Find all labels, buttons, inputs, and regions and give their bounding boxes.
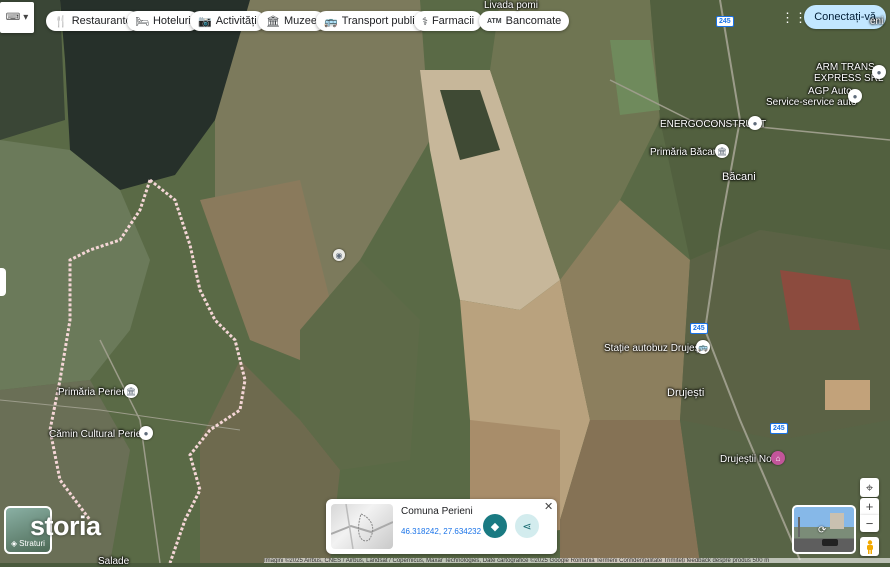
- village-label-bacani: Băcani: [722, 171, 756, 183]
- street-view-preview[interactable]: ⟳: [792, 505, 856, 554]
- place-title: Comuna Perieni: [401, 506, 473, 517]
- place-coordinates[interactable]: 46.318242, 27.634232: [401, 527, 481, 536]
- culture-pin-icon[interactable]: ●: [139, 426, 153, 440]
- chip-label: Farmacii: [431, 15, 475, 27]
- bed-icon: 🛏: [135, 15, 149, 28]
- place-label-agp[interactable]: AGP Auto: [808, 86, 852, 97]
- chip-restaurante[interactable]: 🍴 Restaurante: [46, 11, 140, 31]
- road-shield-245: 245: [690, 323, 708, 334]
- museum-icon: 🏛: [266, 15, 280, 28]
- place-card[interactable]: Comuna Perieni 46.318242, 27.634232 ◆ ⋖ …: [326, 499, 557, 554]
- side-panel-toggle[interactable]: [0, 268, 6, 296]
- my-location-button[interactable]: ⌖: [860, 478, 879, 497]
- map-thumbnail-icon: [331, 504, 393, 549]
- school-pin-icon[interactable]: ⌂: [771, 451, 785, 465]
- chip-muzee[interactable]: 🏛 Muzee: [258, 11, 325, 31]
- pegman-button[interactable]: [860, 537, 879, 556]
- zoom-out-button[interactable]: −: [860, 515, 879, 532]
- place-label-arm[interactable]: ARM TRANS: [816, 62, 875, 73]
- crosshair-icon: ⌖: [865, 479, 874, 495]
- town-hall-pin-icon[interactable]: 🏛: [715, 144, 729, 158]
- share-icon: ⋖: [522, 520, 532, 533]
- place-label-camin[interactable]: Cămin Cultural Perieni: [49, 429, 149, 440]
- place-label-drujestii-noi[interactable]: Drujeștii Noi: [720, 454, 774, 465]
- road-shield-245: 245: [716, 16, 734, 27]
- place-label-statie[interactable]: Stație autobuz Drujești: [604, 343, 705, 354]
- layers-icon: ◈: [11, 539, 18, 548]
- atm-icon: ATM: [487, 17, 502, 25]
- chip-activitati[interactable]: 📷 Activități: [190, 11, 265, 31]
- place-label-eni: eni: [870, 16, 884, 27]
- fork-knife-icon: 🍴: [54, 15, 68, 28]
- chip-farmacii[interactable]: ⚕ Farmacii: [414, 11, 483, 31]
- menu-button[interactable]: ⌨ ▾: [0, 2, 34, 33]
- place-label-primaria-bacani[interactable]: Primăria Băcani: [650, 147, 721, 158]
- town-hall-pin-icon[interactable]: 🏛: [124, 384, 138, 398]
- plus-icon: +: [865, 499, 874, 514]
- place-label-agp-2[interactable]: Service-service auto: [766, 97, 857, 108]
- map-footer: Imagini ©2025 Airbus, CNES / Airbus, Lan…: [264, 558, 890, 563]
- minus-icon: −: [865, 516, 874, 531]
- bus-icon: 🚌: [324, 15, 338, 28]
- chip-bancomate[interactable]: ATM Bancomate: [479, 11, 570, 31]
- road-shield-245: 245: [770, 423, 788, 434]
- bus-stop-pin-icon[interactable]: 🚌: [696, 340, 710, 354]
- chip-label: Restaurante: [71, 15, 132, 27]
- zoom-in-button[interactable]: +: [860, 498, 879, 515]
- location-pin-icon[interactable]: ◉: [333, 249, 345, 261]
- chip-transport-public[interactable]: 🚌 Transport public: [316, 11, 429, 31]
- satellite-map[interactable]: [0, 0, 890, 563]
- place-label-primaria-perieni[interactable]: Primăria Perieni: [58, 387, 129, 398]
- directions-button[interactable]: ◆: [483, 514, 507, 538]
- village-label-drujesti: Drujești: [667, 387, 705, 399]
- car-service-pin-icon[interactable]: ●: [848, 89, 862, 103]
- business-pin-icon[interactable]: ●: [748, 116, 762, 130]
- place-label-salade[interactable]: Salade: [98, 556, 129, 567]
- place-thumbnail[interactable]: [331, 504, 393, 549]
- chip-label: Hoteluri: [152, 15, 191, 27]
- keyboard-icon: ⌨: [5, 12, 21, 23]
- satellite-imagery: [0, 0, 890, 563]
- chip-label: Transport public: [341, 15, 421, 27]
- place-label-livada[interactable]: Livada pomi: [484, 0, 538, 11]
- business-pin-icon[interactable]: ●: [872, 65, 886, 79]
- storia-logo: storia: [30, 511, 101, 541]
- pegman-icon: [866, 539, 873, 554]
- close-icon[interactable]: ✕: [544, 500, 553, 513]
- rotate-360-icon: ⟳: [818, 525, 827, 536]
- chip-label: Bancomate: [505, 15, 562, 27]
- chip-label: Activități: [215, 15, 257, 27]
- chevron-down-icon: ▾: [23, 12, 29, 23]
- camera-icon: 📷: [198, 15, 212, 28]
- directions-icon: ◆: [490, 520, 500, 533]
- chip-hoteluri[interactable]: 🛏 Hoteluri: [127, 11, 199, 31]
- apps-grid-icon[interactable]: ⋮⋮⋮: [781, 11, 820, 25]
- share-button[interactable]: ⋖: [515, 514, 539, 538]
- pharmacy-icon: ⚕: [422, 15, 428, 28]
- chip-label: Muzee: [283, 15, 317, 27]
